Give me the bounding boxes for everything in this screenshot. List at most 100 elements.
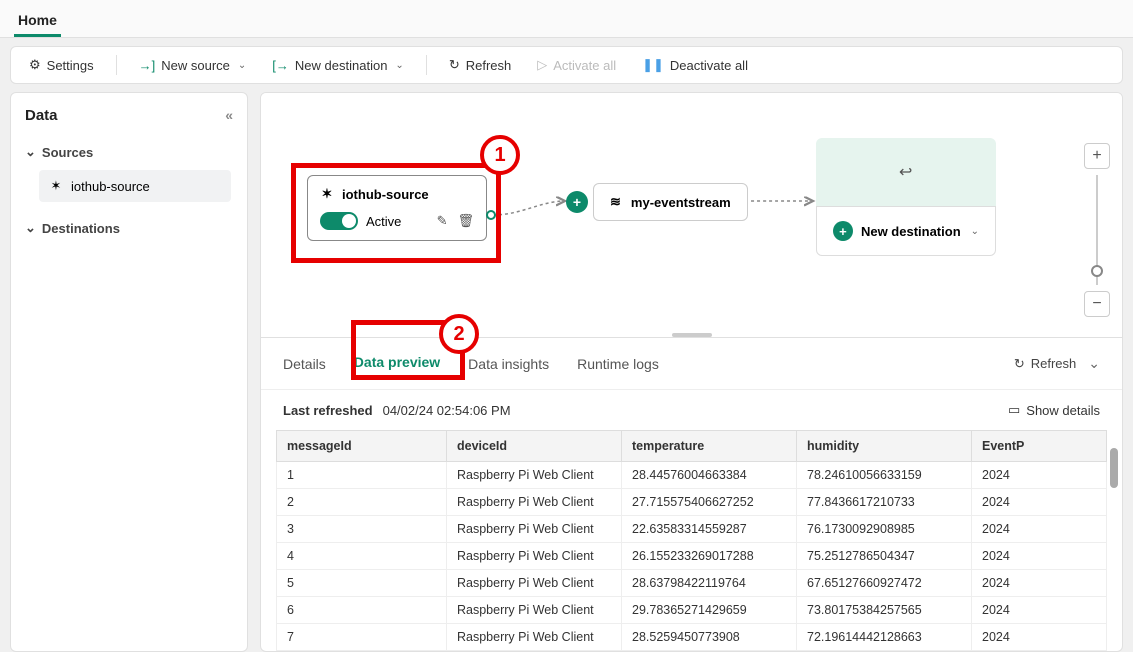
table-cell: Raspberry Pi Web Client xyxy=(447,543,622,570)
iothub-icon: ✶ xyxy=(49,178,63,194)
deactivate-all-button[interactable]: ❚❚ Deactivate all xyxy=(632,51,758,79)
table-cell: 75.2512786504347 xyxy=(797,543,972,570)
table-cell: 72.19614442128663 xyxy=(797,624,972,651)
collapse-sidebar-icon[interactable]: « xyxy=(225,107,233,124)
col-humidity[interactable]: humidity xyxy=(797,431,972,462)
chevron-down-icon: ⌄ xyxy=(25,220,36,236)
table-cell: Raspberry Pi Web Client xyxy=(447,462,622,489)
canvas[interactable]: ✶ iothub-source Active ✎ 🗑 + ≋ xyxy=(261,93,1122,333)
output-port[interactable] xyxy=(486,210,496,220)
table-cell: 2024 xyxy=(972,570,1107,597)
table-cell: 5 xyxy=(277,570,447,597)
panel-refresh-button[interactable]: ↻ Refresh xyxy=(1014,356,1076,372)
table-cell: 2024 xyxy=(972,489,1107,516)
last-refreshed-value: 04/02/24 02:54:06 PM xyxy=(383,403,511,418)
sidebar-item-iothub-source[interactable]: ✶ iothub-source xyxy=(39,170,231,202)
data-sidebar: Data « ⌄ Sources ✶ iothub-source ⌄ Desti… xyxy=(10,92,248,652)
tab-runtime-logs[interactable]: Runtime logs xyxy=(577,350,659,378)
new-destination-node-button[interactable]: + New destination ⌄ xyxy=(816,206,996,256)
destination-zone: ↪ + New destination ⌄ xyxy=(816,138,996,283)
destinations-section[interactable]: ⌄ Destinations xyxy=(21,214,237,242)
table-cell: Raspberry Pi Web Client xyxy=(447,516,622,543)
table-cell: 1 xyxy=(277,462,447,489)
table-cell: 27.715575406627252 xyxy=(622,489,797,516)
new-source-button[interactable]: →] New source ⌄ xyxy=(129,52,257,79)
edit-icon[interactable]: ✎ xyxy=(437,213,448,229)
toolbar: ⚙ Settings →] New source ⌄ [→ New destin… xyxy=(10,46,1123,84)
table-cell: 3 xyxy=(277,516,447,543)
zoom-control: + − xyxy=(1082,143,1112,317)
table-cell: Raspberry Pi Web Client xyxy=(447,489,622,516)
zoom-in-button[interactable]: + xyxy=(1084,143,1110,169)
table-cell: 2024 xyxy=(972,516,1107,543)
table-cell: Raspberry Pi Web Client xyxy=(447,624,622,651)
delete-icon[interactable]: 🗑 xyxy=(457,213,474,229)
vertical-scrollbar[interactable] xyxy=(1110,430,1118,585)
table-cell: 2 xyxy=(277,489,447,516)
activate-all-button[interactable]: ▷ Activate all xyxy=(527,51,626,79)
tab-details[interactable]: Details xyxy=(283,350,326,378)
data-preview-table: messageId deviceId temperature humidity … xyxy=(276,430,1107,651)
tab-data-insights[interactable]: Data insights xyxy=(468,350,549,378)
table-cell: 4 xyxy=(277,543,447,570)
panel-expand-icon[interactable]: ⌄ xyxy=(1088,355,1100,372)
show-details-button[interactable]: ▭ Show details xyxy=(1008,402,1100,418)
active-toggle[interactable] xyxy=(320,212,358,230)
table-row[interactable]: 2Raspberry Pi Web Client27.7155754066272… xyxy=(277,489,1107,516)
table-cell: 28.5259450773908 xyxy=(622,624,797,651)
play-icon: ▷ xyxy=(537,57,547,73)
table-row[interactable]: 5Raspberry Pi Web Client28.6379842211976… xyxy=(277,570,1107,597)
table-cell: Raspberry Pi Web Client xyxy=(447,597,622,624)
new-destination-button[interactable]: [→ New destination ⌄ xyxy=(262,52,414,79)
table-cell: 2024 xyxy=(972,543,1107,570)
col-messageid[interactable]: messageId xyxy=(277,431,447,462)
refresh-button[interactable]: ↻ Refresh xyxy=(439,51,521,79)
callout-2: 2 xyxy=(439,314,479,354)
details-icon: ▭ xyxy=(1008,402,1020,418)
table-cell: 67.65127660927472 xyxy=(797,570,972,597)
arrow-out-icon: [→ xyxy=(272,58,289,73)
table-cell: 28.63798422119764 xyxy=(622,570,797,597)
gear-icon: ⚙ xyxy=(29,57,41,73)
arrow-in-icon: →] xyxy=(139,58,156,73)
table-cell: 22.63583314559287 xyxy=(622,516,797,543)
add-before-stream-button[interactable]: + xyxy=(566,191,588,213)
chevron-down-icon: ⌄ xyxy=(25,144,36,160)
table-row[interactable]: 3Raspberry Pi Web Client22.6358331455928… xyxy=(277,516,1107,543)
settings-button[interactable]: ⚙ Settings xyxy=(19,51,104,79)
table-row[interactable]: 1Raspberry Pi Web Client28.4457600466338… xyxy=(277,462,1107,489)
tab-home[interactable]: Home xyxy=(14,6,61,37)
table-cell: 77.8436617210733 xyxy=(797,489,972,516)
refresh-icon: ↻ xyxy=(1014,356,1025,372)
col-eventp[interactable]: EventP xyxy=(972,431,1107,462)
zoom-slider[interactable] xyxy=(1096,175,1098,285)
exit-icon: ↪ xyxy=(899,162,912,182)
last-refreshed-label: Last refreshed xyxy=(283,403,373,418)
chevron-down-icon: ⌄ xyxy=(971,226,979,237)
table-cell: 2024 xyxy=(972,597,1107,624)
table-cell: 28.44576004663384 xyxy=(622,462,797,489)
table-cell: 76.1730092908985 xyxy=(797,516,972,543)
source-node[interactable]: ✶ iothub-source Active ✎ 🗑 xyxy=(307,175,487,241)
sidebar-title: Data xyxy=(25,107,58,124)
col-temperature[interactable]: temperature xyxy=(622,431,797,462)
iothub-icon: ✶ xyxy=(320,186,334,202)
plus-icon: + xyxy=(833,221,853,241)
table-row[interactable]: 4Raspberry Pi Web Client26.1552332690172… xyxy=(277,543,1107,570)
table-cell: 29.78365271429659 xyxy=(622,597,797,624)
table-cell: 6 xyxy=(277,597,447,624)
col-deviceid[interactable]: deviceId xyxy=(447,431,622,462)
table-cell: 78.24610056633159 xyxy=(797,462,972,489)
pause-icon: ❚❚ xyxy=(642,57,664,73)
eventstream-node[interactable]: ≋ my-eventstream xyxy=(593,183,748,221)
refresh-icon: ↻ xyxy=(449,57,460,73)
table-cell: 7 xyxy=(277,624,447,651)
table-cell: 2024 xyxy=(972,624,1107,651)
chevron-down-icon: ⌄ xyxy=(238,60,246,71)
stream-icon: ≋ xyxy=(610,194,621,210)
sources-section[interactable]: ⌄ Sources xyxy=(21,138,237,166)
table-row[interactable]: 6Raspberry Pi Web Client29.7836527142965… xyxy=(277,597,1107,624)
table-row[interactable]: 7Raspberry Pi Web Client28.5259450773908… xyxy=(277,624,1107,651)
zoom-out-button[interactable]: − xyxy=(1084,291,1110,317)
tab-data-preview[interactable]: Data preview xyxy=(354,348,440,379)
